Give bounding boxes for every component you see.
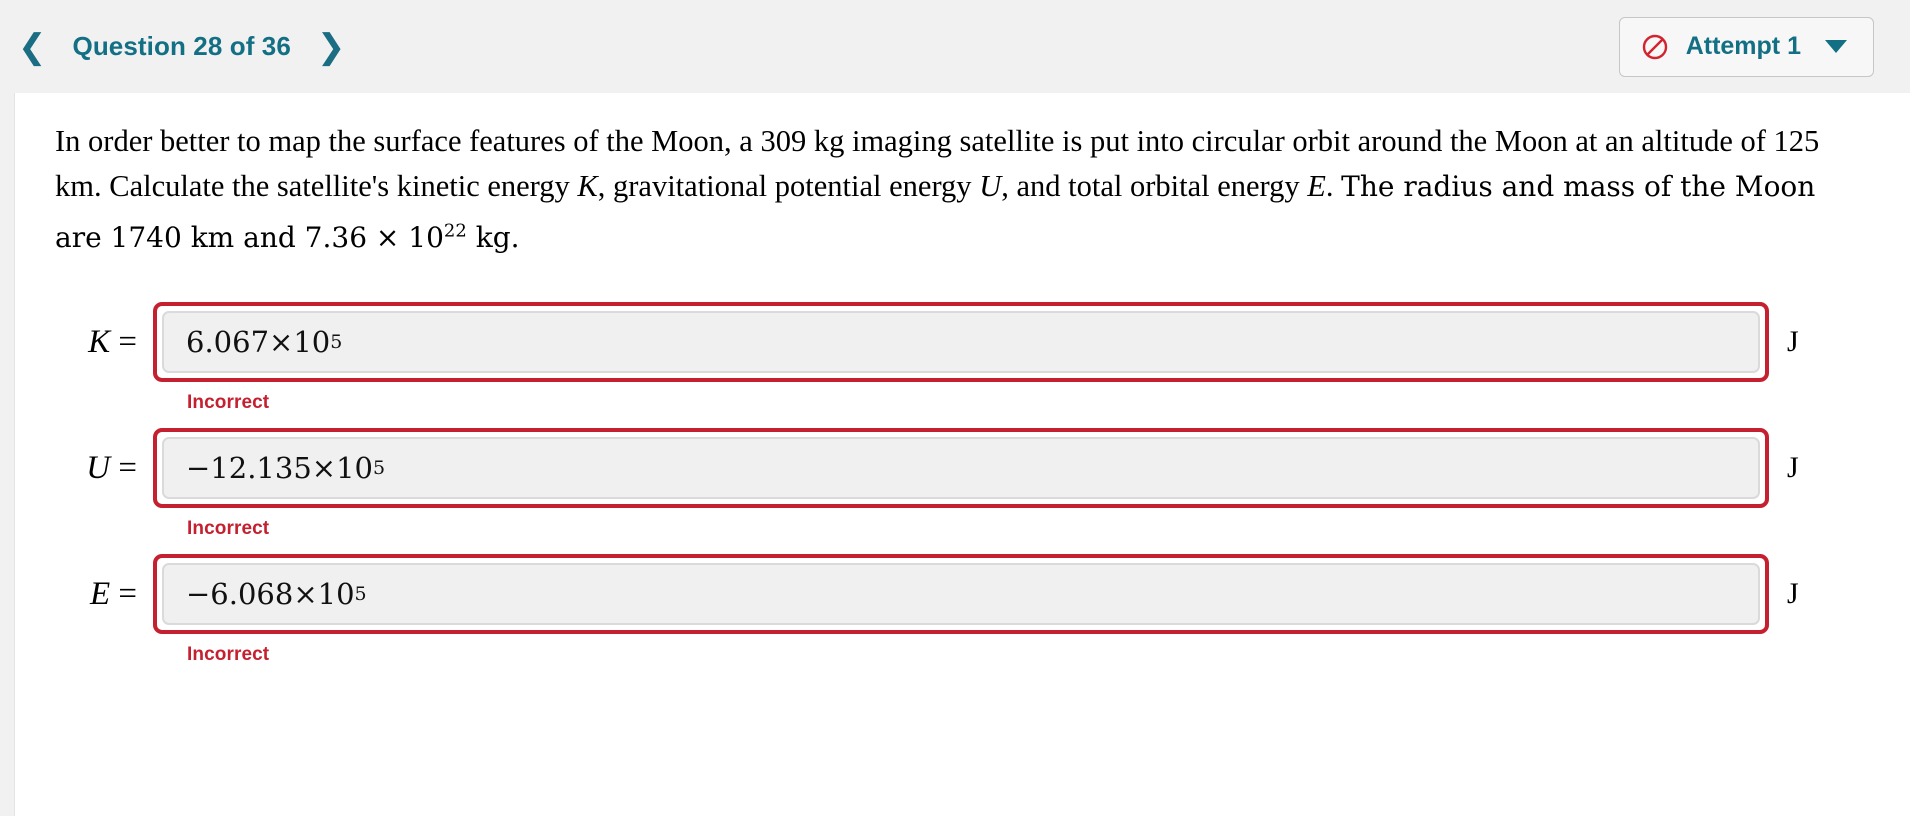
answer-symbol-k: K <box>88 323 111 360</box>
question-card: In order better to map the surface featu… <box>14 93 1910 816</box>
answer-row-e: E = −6.068 ×10 5 J <box>55 554 1910 635</box>
answer-field-wrapper-u: −12.135 ×10 5 <box>153 428 1769 509</box>
moon-mass-unit: kg. <box>466 221 520 255</box>
feedback-e: Incorrect <box>187 644 270 666</box>
answer-symbol-u: U <box>86 449 111 486</box>
chevron-left-icon[interactable]: ❮ <box>10 28 55 66</box>
variable-k: K <box>577 169 598 203</box>
answer-unit-u: J <box>1787 451 1799 485</box>
answer-label-u: U = <box>55 450 153 487</box>
question-text: In order better to map the surface featu… <box>15 93 1910 260</box>
answer-equals-u: = <box>110 449 137 486</box>
answer-field-wrapper-k: 6.067 ×10 5 <box>153 302 1769 383</box>
attempt-label: Attempt 1 <box>1685 32 1801 60</box>
answer-equals-e: = <box>110 575 137 612</box>
page-title: Question 28 of 36 <box>72 31 291 61</box>
answer-input-k[interactable]: 6.067 ×10 5 <box>162 311 1760 374</box>
question-line-2-part-d: . <box>1325 169 1334 203</box>
answer-value-times-e: ×10 <box>293 577 355 612</box>
question-line-2-part-c: , and total orbital energy <box>1001 169 1308 203</box>
answer-symbol-e: E <box>89 575 111 612</box>
answer-value-times-k: ×10 <box>269 325 331 360</box>
attempt-selector[interactable]: Attempt 1 <box>1618 16 1874 77</box>
answer-field-wrapper-e: −6.068 ×10 5 <box>153 554 1769 635</box>
question-navigation: ❮ Question 28 of 36 ❯ <box>10 28 353 66</box>
feedback-u: Incorrect <box>187 518 270 540</box>
answer-list: K = 6.067 ×10 5 J Incorrect U = −12.135 ×… <box>15 302 1910 666</box>
answer-input-u[interactable]: −12.135 ×10 5 <box>162 437 1760 500</box>
answer-value-times-u: ×10 <box>311 451 373 486</box>
variable-e: E <box>1307 169 1326 203</box>
answer-equals-k: = <box>110 323 137 360</box>
no-entry-icon <box>1642 34 1668 60</box>
chevron-down-icon[interactable] <box>1825 40 1847 53</box>
question-line-1: In order better to map the surface featu… <box>55 124 1598 158</box>
answer-row-k: K = 6.067 ×10 5 J <box>55 302 1910 383</box>
answer-label-e: E = <box>55 576 153 613</box>
feedback-k: Incorrect <box>187 392 270 414</box>
answer-label-k: K = <box>55 324 153 361</box>
chevron-right-icon[interactable]: ❯ <box>309 28 354 66</box>
answer-value-mantissa-e: −6.068 <box>186 577 294 612</box>
variable-u: U <box>979 169 1002 203</box>
answer-unit-k: J <box>1787 325 1799 359</box>
answer-unit-e: J <box>1787 577 1799 611</box>
answer-value-mantissa-k: 6.067 <box>186 325 270 360</box>
answer-value-mantissa-u: −12.135 <box>186 451 312 486</box>
question-header: ❮ Question 28 of 36 ❯ Attempt 1 <box>0 0 1910 93</box>
answer-row-u: U = −12.135 ×10 5 J <box>55 428 1910 509</box>
answer-input-e[interactable]: −6.068 ×10 5 <box>162 563 1760 626</box>
moon-mass-exponent: 22 <box>443 221 467 242</box>
question-line-2-part-b: , gravitational potential energy <box>597 169 980 203</box>
